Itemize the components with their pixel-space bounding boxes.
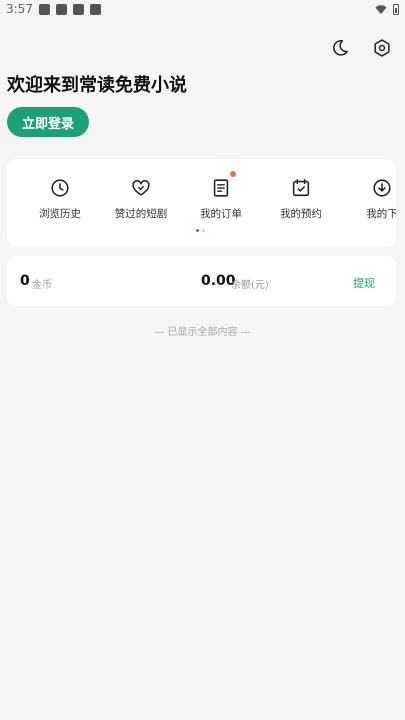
shortcut-label: 浏览历史 (39, 208, 81, 220)
shortcut-label: 赞过的短剧 (114, 208, 168, 220)
top-actions (329, 37, 393, 59)
shortcut-liked-dramas[interactable]: 赞过的短剧 (101, 177, 181, 222)
shortcut-history[interactable]: 浏览历史 (20, 177, 100, 222)
shortcut-downloads[interactable]: 我的下 (342, 177, 396, 222)
coin-unit: 金币 (32, 280, 52, 291)
badge-dot (230, 171, 236, 177)
coin-amount: 0 (20, 273, 30, 289)
shortcut-label: 我的预约 (280, 208, 322, 220)
notification-icon (38, 3, 50, 15)
page-dot-active (196, 229, 199, 232)
end-of-list-text: — 已显示全部内容 — (154, 327, 251, 338)
notification-icon (55, 3, 67, 15)
status-bar: 3:57 (0, 0, 405, 18)
shortcut-orders[interactable]: 我的订单 (181, 171, 261, 222)
withdraw-button[interactable]: 提现 (353, 275, 375, 291)
login-button[interactable]: 立即登录 (7, 107, 89, 137)
heart-icon (132, 180, 150, 196)
status-right (375, 3, 399, 15)
page-indicator (196, 229, 205, 232)
shortcut-label: 我的下 (366, 208, 396, 220)
balance-card: 0 金币 0.00 余额(元) 提现 (7, 256, 396, 306)
clock-icon (51, 179, 69, 197)
order-icon (213, 179, 229, 197)
calendar-check-icon (292, 178, 310, 197)
status-left: 3:57 (6, 2, 101, 16)
status-time: 3:57 (6, 2, 33, 16)
notification-icon (72, 3, 84, 15)
money-unit: 余额(元) (231, 280, 269, 291)
page-dot (202, 229, 205, 232)
notification-icon (89, 3, 101, 15)
gear-icon (374, 39, 390, 57)
shortcut-label: 我的订单 (200, 208, 242, 220)
shortcut-reservations[interactable]: 我的预约 (261, 177, 341, 222)
moon-icon (333, 40, 348, 56)
battery-icon (393, 3, 399, 15)
settings-button[interactable] (371, 37, 393, 59)
night-mode-button[interactable] (329, 37, 351, 59)
shortcut-card: 浏览历史 赞过的短剧 我的订单 我的预约 我的下 (7, 159, 396, 247)
download-icon (373, 179, 391, 197)
welcome-title: 欢迎来到常读免费小说 (7, 75, 187, 96)
wifi-icon (375, 4, 387, 14)
shortcut-row: 浏览历史 赞过的短剧 我的订单 我的预约 我的下 (7, 171, 396, 222)
